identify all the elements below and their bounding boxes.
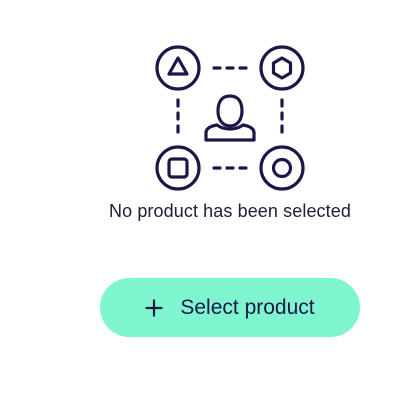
select-product-button[interactable]: Select product	[100, 278, 360, 337]
user-icon	[204, 94, 256, 142]
circle-node-icon	[259, 145, 305, 191]
empty-state-message: No product has been selected	[109, 201, 351, 221]
plus-icon	[145, 298, 163, 317]
triangle-node-icon	[155, 45, 201, 91]
product-selection-illustration	[150, 40, 310, 196]
square-node-icon	[155, 145, 201, 191]
empty-state: No product has been selected Select prod…	[0, 0, 406, 410]
select-product-button-label: Select product	[180, 295, 315, 319]
hexagon-node-icon	[259, 45, 305, 91]
